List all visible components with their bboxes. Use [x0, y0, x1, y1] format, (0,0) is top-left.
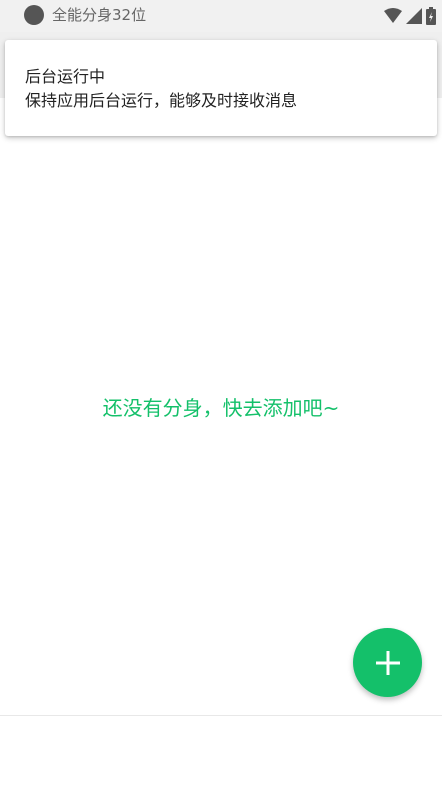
empty-state-message: 还没有分身，快去添加吧~	[102, 396, 340, 420]
wifi-icon	[384, 8, 402, 23]
add-clone-button[interactable]	[353, 628, 422, 697]
notification-body: 保持应用后台运行，能够及时接收消息	[25, 91, 298, 110]
app-screen: 全能分身32位 后台运行中 保持应用后台运行，能够及时接收消息 还没有分身，快去…	[0, 0, 442, 785]
status-icons	[384, 6, 436, 26]
app-status-icon	[24, 5, 44, 25]
plus-icon	[375, 650, 400, 675]
status-bar: 全能分身32位	[0, 0, 442, 32]
battery-charging-icon	[426, 7, 436, 25]
background-running-notification[interactable]: 后台运行中 保持应用后台运行，能够及时接收消息	[5, 40, 437, 136]
cellular-signal-icon	[406, 8, 422, 24]
notification-title: 后台运行中	[25, 67, 106, 86]
status-app-label: 全能分身32位	[52, 6, 147, 24]
bottom-divider	[0, 715, 442, 716]
